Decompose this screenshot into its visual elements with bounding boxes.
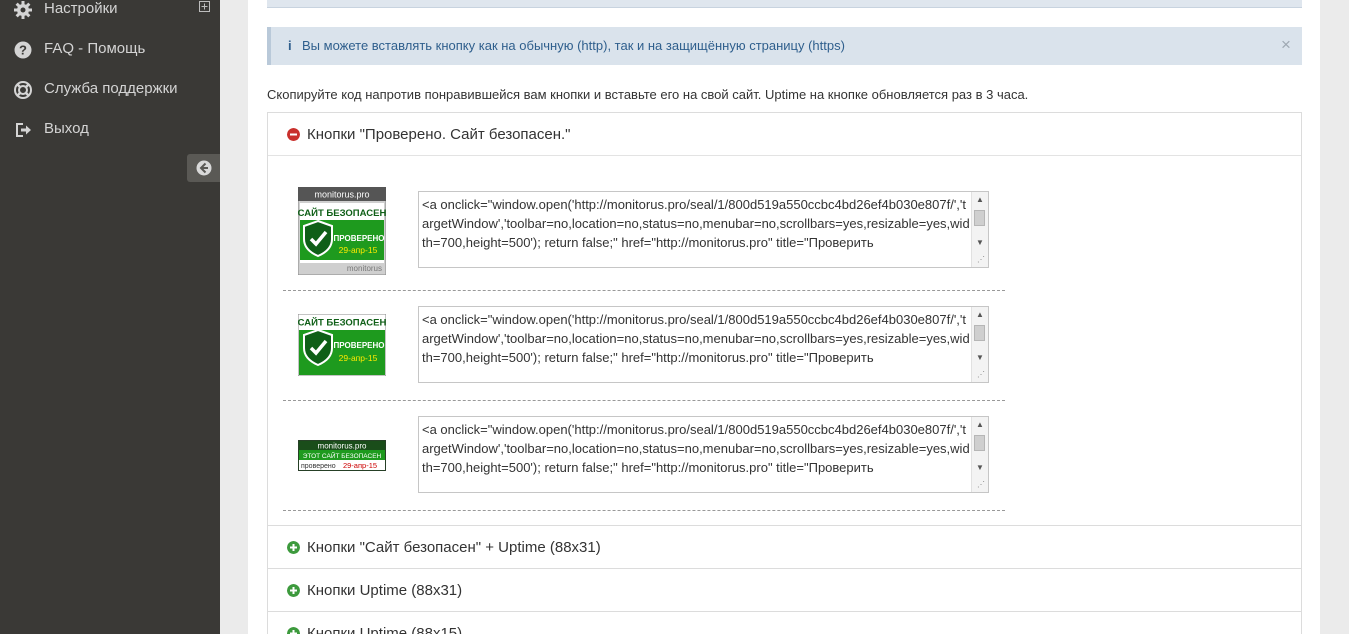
scroll-down-icon[interactable]: ▼ [976, 463, 984, 472]
scroll-thumb[interactable] [974, 435, 985, 451]
panel-header[interactable]: Кнопки "Сайт безопасен" + Uptime (88x31) [268, 526, 1301, 568]
resize-grip-icon[interactable]: ⋰ [977, 255, 985, 264]
embed-code-text: <a onclick="window.open('http://monitoru… [422, 197, 970, 250]
textarea-scrollbar[interactable]: ▲ ▼ ⋰ [971, 307, 988, 382]
embed-code-textarea[interactable]: <a onclick="window.open('http://monitoru… [418, 416, 989, 493]
plus-circle-icon [287, 627, 300, 634]
sidebar-item-label: Настройки [44, 0, 118, 17]
sidebar-item-label: Выход [44, 120, 89, 137]
panel-title: Кнопки "Проверено. Сайт безопасен." [307, 126, 571, 143]
sidebar: Настройки ? FAQ - Помощь Служба поддержк… [0, 0, 220, 634]
panel-title: Кнопки Uptime (88x31) [307, 582, 463, 599]
embed-code-textarea[interactable]: <a onclick="window.open('http://monitoru… [418, 306, 989, 383]
seal-badge-small: monitorus.pro ЭТОТ САЙТ БЕЗОПАСЕН провер… [297, 439, 387, 472]
minus-circle-icon [287, 128, 300, 141]
scroll-down-icon[interactable]: ▼ [976, 238, 984, 247]
panel-header[interactable]: Кнопки Uptime (88x15) [268, 612, 1301, 634]
row-divider [283, 510, 1005, 511]
badge-checked-text: проверено [301, 463, 336, 470]
badge-date-text: 29-апр-15 [339, 245, 378, 255]
scroll-up-icon[interactable]: ▲ [976, 420, 984, 429]
panel-uptime-88x31: Кнопки Uptime (88x31) [267, 568, 1302, 612]
sidebar-item-settings[interactable]: Настройки [0, 0, 220, 27]
panel-seal-buttons: Кнопки "Проверено. Сайт безопасен." moni… [267, 112, 1302, 526]
plus-circle-icon [287, 584, 300, 597]
resize-grip-icon[interactable]: ⋰ [977, 370, 985, 379]
textarea-scrollbar[interactable]: ▲ ▼ ⋰ [971, 417, 988, 492]
scroll-down-icon[interactable]: ▼ [976, 353, 984, 362]
row-divider [283, 290, 1005, 291]
panel-uptime-88x15: Кнопки Uptime (88x15) [267, 611, 1302, 634]
info-icon: i [288, 38, 292, 53]
embed-code-text: <a onclick="window.open('http://monitoru… [422, 422, 970, 475]
badge-date-text: 29-апр-15 [343, 461, 377, 470]
sidebar-collapse-button[interactable] [187, 154, 220, 182]
lifebuoy-icon [14, 81, 32, 99]
sidebar-item-support[interactable]: Служба поддержки [0, 71, 220, 107]
gear-icon [14, 1, 32, 19]
intro-text: Скопируйте код напротив понравившейся ва… [267, 87, 1029, 102]
panel-safe-uptime-buttons: Кнопки "Сайт безопасен" + Uptime (88x31) [267, 525, 1302, 569]
sidebar-item-label: FAQ - Помощь [44, 40, 146, 57]
badge-brand-text: monitorus [347, 264, 382, 273]
sidebar-item-logout[interactable]: Выход [0, 111, 220, 147]
scroll-up-icon[interactable]: ▲ [976, 310, 984, 319]
embed-code-text: <a onclick="window.open('http://monitoru… [422, 312, 970, 365]
scroll-up-icon[interactable]: ▲ [976, 195, 984, 204]
panel-title: Кнопки Uptime (88x15) [307, 625, 463, 634]
info-alert: i Вы можете вставлять кнопку как на обыч… [267, 27, 1302, 65]
sidebar-item-label: Служба поддержки [44, 80, 178, 97]
sign-out-icon [16, 123, 31, 137]
arrow-left-circle-icon [196, 160, 212, 176]
row-divider [283, 400, 1005, 401]
close-icon[interactable]: × [1281, 35, 1291, 55]
plus-square-icon[interactable] [199, 1, 210, 12]
seal-badge-large: monitorus.pro САЙТ БЕЗОПАСЕН ПРОВЕРЕНО 2… [297, 186, 387, 276]
textarea-scrollbar[interactable]: ▲ ▼ ⋰ [971, 192, 988, 267]
question-icon: ? [14, 41, 32, 59]
embed-code-textarea[interactable]: <a onclick="window.open('http://monitoru… [418, 191, 989, 268]
scroll-thumb[interactable] [974, 325, 985, 341]
badge-site-text: monitorus.pro [318, 442, 367, 451]
svg-text:?: ? [19, 43, 27, 58]
panel-title: Кнопки "Сайт безопасен" + Uptime (88x31) [307, 539, 601, 556]
sidebar-item-faq[interactable]: ? FAQ - Помощь [0, 31, 220, 67]
badge-safe-text: САЙТ БЕЗОПАСЕН [298, 317, 386, 329]
plus-circle-icon [287, 541, 300, 554]
badge-site-text: monitorus.pro [314, 190, 369, 200]
resize-grip-icon[interactable]: ⋰ [977, 480, 985, 489]
seal-badge-medium: САЙТ БЕЗОПАСЕН ПРОВЕРЕНО 29-апр-15 [297, 313, 387, 377]
badge-date-text: 29-апр-15 [339, 353, 378, 363]
badge-checked-text: ПРОВЕРЕНО [334, 234, 385, 243]
badge-safe-text: ЭТОТ САЙТ БЕЗОПАСЕН [303, 451, 382, 460]
alert-text: Вы можете вставлять кнопку как на обычну… [302, 38, 845, 53]
badge-safe-text: САЙТ БЕЗОПАСЕН [298, 207, 386, 219]
badge-checked-text: ПРОВЕРЕНО [334, 341, 385, 350]
scroll-thumb[interactable] [974, 210, 985, 226]
top-panel-edge [267, 0, 1302, 8]
panel-header[interactable]: Кнопки "Проверено. Сайт безопасен." [268, 113, 1301, 156]
panel-header[interactable]: Кнопки Uptime (88x31) [268, 569, 1301, 611]
